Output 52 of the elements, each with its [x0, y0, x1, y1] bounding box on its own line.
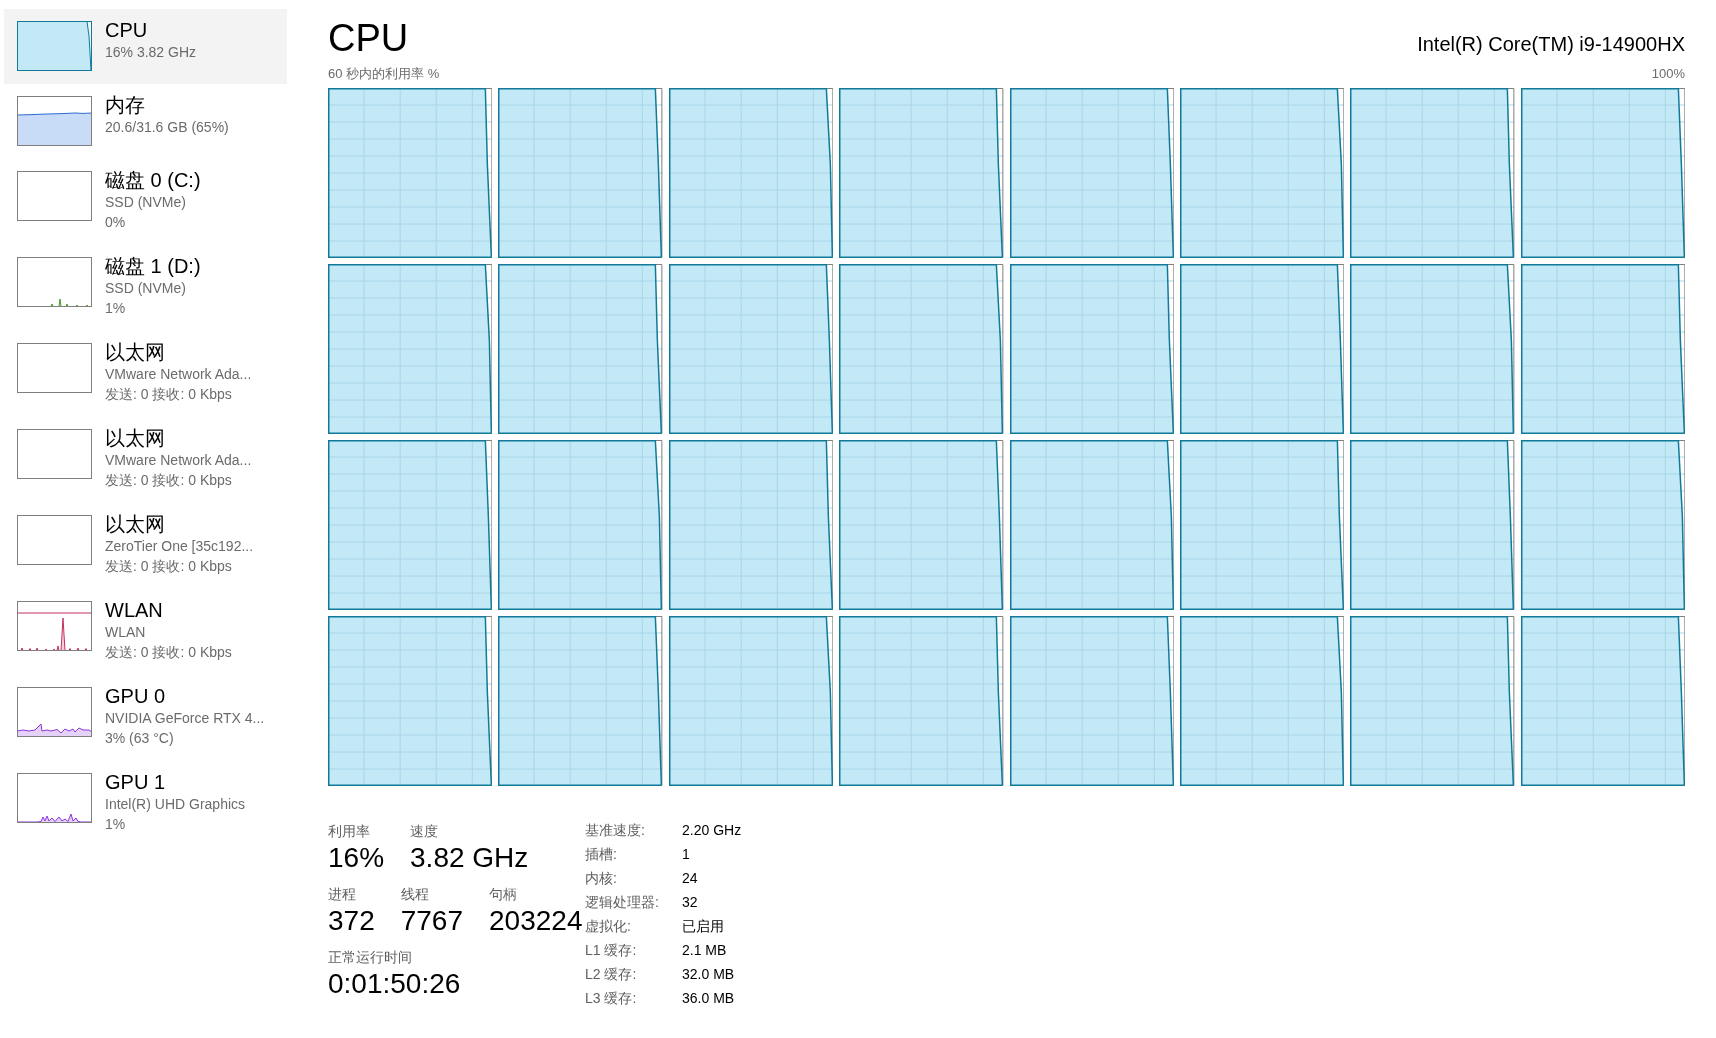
stat-value: 7767 [400, 904, 463, 938]
graph-thumbnail-icon [17, 171, 92, 221]
stat-value: 3.82 GHz [410, 841, 529, 875]
stat-label: 利用率 [328, 822, 370, 841]
detail-label: 内核: [585, 869, 617, 888]
detail-value: 24 [682, 869, 698, 888]
graph-max-label: 100% [1651, 66, 1685, 82]
graph-thumbnail-icon [17, 343, 92, 393]
sidebar-item[interactable]: 以太网 ZeroTier One [35c192... 发送: 0 接收: 0 Kbps [4, 503, 287, 589]
sidebar-item[interactable]: 以太网 VMware Network Ada... 发送: 0 接收: 0 Kbps [4, 331, 287, 417]
detail-value: 32.0 MB [682, 965, 735, 984]
sidebar-item[interactable]: WLAN WLAN 发送: 0 接收: 0 Kbps [4, 589, 287, 675]
processor-name: Intel(R) Core(TM) i9-14900HX [1417, 32, 1685, 57]
detail-value: 2.20 GHz [682, 821, 742, 840]
detail-value: 32 [682, 893, 698, 912]
page-title: CPU [328, 16, 409, 60]
graph-thumbnail-icon [17, 515, 92, 565]
graph-thumbnail-icon [17, 21, 92, 71]
sidebar-item[interactable]: 以太网 VMware Network Ada... 发送: 0 接收: 0 Kbps [4, 417, 287, 503]
graph-thumbnail-icon [17, 687, 92, 737]
graph-thumbnail-icon [17, 429, 92, 479]
sidebar-item[interactable]: GPU 0 NVIDIA GeForce RTX 4... 3% (63 °C) [4, 675, 287, 761]
sidebar-item[interactable]: CPU 16% 3.82 GHz [4, 9, 287, 84]
detail-label: 逻辑处理器: [585, 893, 659, 912]
detail-value: 已启用 [682, 917, 724, 936]
detail-value: 1 [682, 845, 690, 864]
sidebar-item[interactable]: 内存 20.6/31.6 GB (65%) [4, 84, 287, 159]
sidebar-item[interactable]: 磁盘 1 (D:) SSD (NVMe) 1% [4, 245, 287, 331]
detail-value: 36.0 MB [682, 989, 735, 1008]
stat-value: 203224 [489, 904, 583, 938]
graph-caption: 60 秒内的利用率 % [328, 66, 440, 82]
detail-label: 插槽: [585, 845, 617, 864]
detail-label: 虚拟化: [585, 917, 631, 936]
graph-thumbnail-icon [17, 601, 92, 651]
stat-value: 372 [328, 904, 375, 938]
graph-thumbnail-icon [17, 96, 92, 146]
detail-label: L3 缓存: [585, 989, 637, 1008]
sidebar-item[interactable]: 磁盘 0 (C:) SSD (NVMe) 0% [4, 159, 287, 245]
graph-thumbnail-icon [17, 257, 92, 307]
stat-label: 正常运行时间 [328, 948, 412, 967]
stat-label: 线程 [400, 885, 429, 904]
sidebar-item[interactable]: GPU 1 Intel(R) UHD Graphics 1% [4, 761, 287, 847]
stat-label: 句柄 [489, 885, 517, 904]
detail-label: L2 缓存: [585, 965, 637, 984]
stat-value: 16% [328, 841, 385, 875]
detail-value: 2.1 MB [682, 941, 727, 960]
stat-label: 速度 [410, 822, 439, 841]
graph-thumbnail-icon [17, 773, 92, 823]
detail-label: 基准速度: [585, 821, 645, 840]
stat-value: 0:01:50:26 [328, 967, 461, 1001]
detail-label: L1 缓存: [585, 941, 637, 960]
stat-label: 进程 [328, 885, 356, 904]
